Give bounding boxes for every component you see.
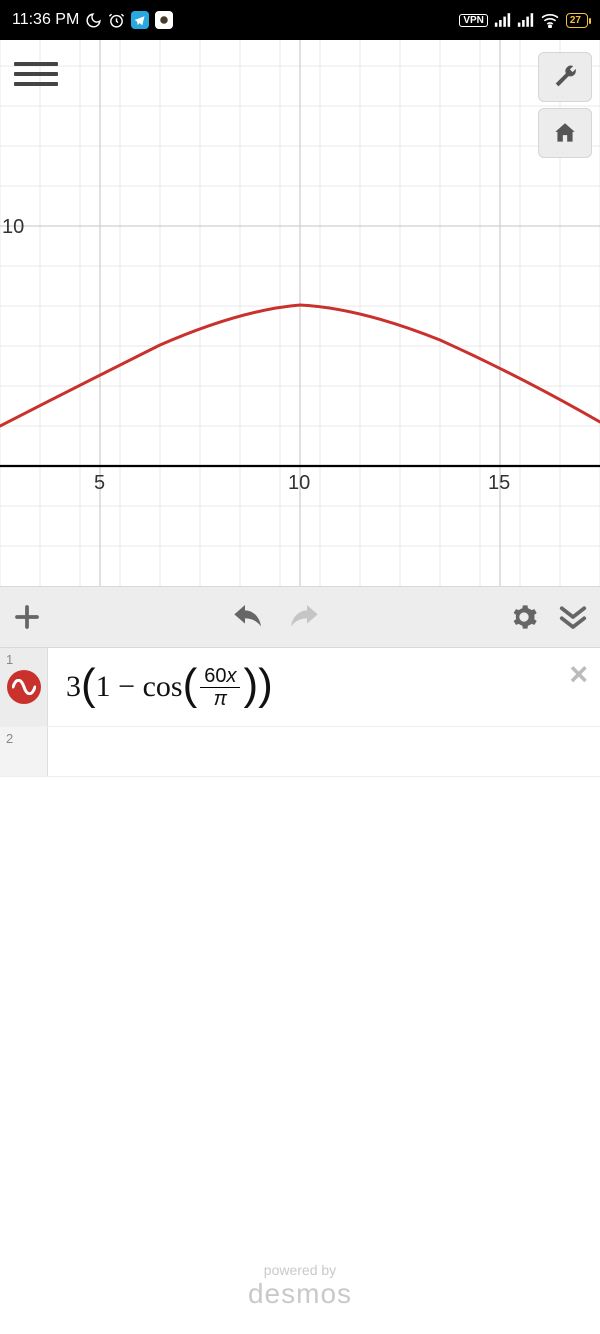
desmos-logo-text: desmos [0,1278,600,1310]
menu-button[interactable] [14,52,58,96]
undo-button[interactable] [232,605,266,629]
redo-button[interactable] [286,605,320,629]
row-index-1: 1 [6,652,13,667]
footer-brand: powered by desmos [0,1262,600,1310]
wave-icon[interactable] [7,670,41,704]
x-tick-10: 10 [288,472,310,495]
wrench-button[interactable] [538,52,592,102]
y-tick-10: 10 [2,216,24,239]
powered-by-label: powered by [0,1262,600,1278]
row-index-2: 2 [6,731,13,746]
app-dot-icon [155,11,173,29]
graph-svg [0,40,600,586]
x-tick-15: 15 [488,472,510,495]
telegram-icon [131,11,149,29]
moon-icon [85,12,102,29]
battery-badge: 27 [566,13,588,28]
collapse-button[interactable] [558,604,588,630]
delete-expression-button[interactable]: × [569,656,588,693]
expression-list: 1 3(1 − cos(60xπ)) × 2 [0,648,600,777]
expression-toolbar [0,586,600,648]
status-bar: 11:36 PM VPN 27 [0,0,600,40]
wifi-icon [540,12,560,28]
add-expression-button[interactable] [12,602,42,632]
expression-row-2[interactable]: 2 [0,727,600,777]
expression-formula[interactable]: 3(1 − cos(60xπ)) [48,648,600,726]
alarm-icon [108,12,125,29]
signal-1-icon [494,13,511,27]
x-tick-5: 5 [94,472,105,495]
vpn-badge: VPN [459,14,488,27]
status-time: 11:36 PM [12,11,79,29]
expression-row-1[interactable]: 1 3(1 − cos(60xπ)) × [0,648,600,727]
signal-2-icon [517,13,534,27]
graph-canvas[interactable]: 10 5 10 15 [0,40,600,586]
settings-button[interactable] [510,603,538,631]
home-button[interactable] [538,108,592,158]
